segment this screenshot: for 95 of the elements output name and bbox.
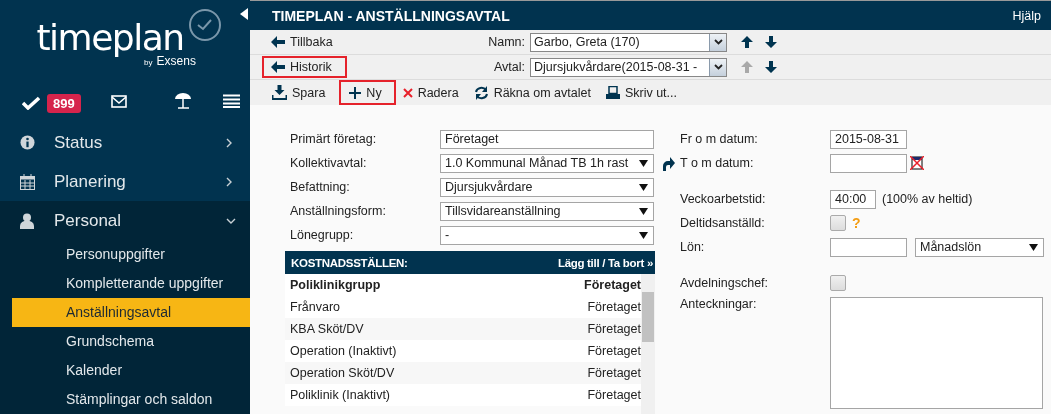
chevron-down-icon	[713, 64, 723, 70]
table-cell: Operation Sköt/DV	[290, 366, 395, 380]
clear-date-icon[interactable]	[910, 156, 924, 170]
arrow-left-icon	[271, 36, 285, 48]
field-label: Anställningsform:	[290, 204, 387, 218]
dropdown-field[interactable]: 1.0 Kommunal Månad TB 1h rast	[440, 153, 654, 173]
close-icon	[402, 87, 413, 98]
mail-icon[interactable]	[110, 95, 127, 109]
table-cell: KBA Sköt/DV	[290, 322, 364, 336]
dropdown-field[interactable]: Månadslön	[915, 237, 1044, 257]
toolbar-button[interactable]: Spara	[267, 80, 334, 105]
selector-label: Namn:	[487, 35, 525, 49]
table-cell: Operation (Inaktivt)	[290, 344, 397, 358]
text-field[interactable]	[830, 237, 907, 257]
arrow-left-icon	[271, 61, 285, 73]
table-cell: Frånvaro	[290, 300, 341, 314]
refresh-icon	[473, 85, 489, 100]
back-link[interactable]: Historik	[262, 56, 347, 78]
task-count-badge: 899	[47, 94, 81, 113]
toolbar-button[interactable]: Räkna om avtalet	[468, 80, 599, 105]
list-icon[interactable]	[222, 94, 240, 109]
submenu-item[interactable]: Kalender	[12, 356, 250, 385]
dropdown-field[interactable]: -	[440, 225, 654, 245]
page-title: TIMEPLAN - ANSTÄLLNINGSAVTAL	[272, 7, 510, 24]
toolbar-button[interactable]: Radera	[397, 80, 467, 105]
table-cell: Poliklinikgrupp	[290, 278, 381, 292]
info-icon	[20, 135, 35, 150]
back-link[interactable]: Tillbaka	[262, 31, 347, 53]
section-title: KOSTNADSSTÄLLEN:	[291, 256, 408, 269]
arrow-down-icon[interactable]	[765, 36, 777, 48]
field-label: T o m datum:	[680, 156, 755, 170]
calendar-icon	[20, 173, 35, 190]
table-cell: Företaget	[587, 366, 641, 380]
nav-item[interactable]: Personal	[0, 201, 250, 240]
toolbar-button[interactable]: Ny	[339, 80, 396, 105]
submenu-item[interactable]: Stämplingar och saldon	[12, 385, 250, 414]
field-label: Primärt företag:	[290, 132, 378, 146]
text-field[interactable]: Företaget	[440, 129, 654, 149]
submenu-item[interactable]: Anställningsavtal	[12, 298, 250, 327]
dropdown-caret-icon	[639, 159, 648, 167]
user-icon	[20, 212, 34, 229]
checkbox[interactable]	[830, 215, 846, 231]
table-cell: Företaget	[587, 322, 641, 336]
dropdown-caret-icon	[639, 183, 648, 191]
submenu-item[interactable]: Personuppgifter	[12, 240, 250, 269]
dropdown-field[interactable]: Djursjukvårdare	[440, 177, 654, 197]
field-label: Befattning:	[290, 180, 351, 194]
add-remove-link[interactable]: Lägg till / Ta bort »	[557, 256, 653, 269]
field-label: Avdelningschef:	[680, 276, 770, 290]
table-cell: Företaget	[587, 344, 641, 358]
selector-label: Avtal:	[492, 60, 525, 74]
collapse-arrow-icon[interactable]	[240, 8, 248, 20]
chevron-down-icon	[713, 39, 723, 45]
hint-text: (100% av heltid)	[882, 192, 973, 206]
checkmark-icon[interactable]	[22, 96, 40, 111]
plus-icon	[349, 86, 362, 99]
logo-text: timeplan	[36, 20, 184, 56]
dropdown-field[interactable]: Tillsvidareanställning	[440, 201, 654, 221]
field-label: Veckoarbetstid:	[680, 192, 767, 206]
nav-item[interactable]: Planering	[0, 162, 250, 201]
logo-byline: by	[144, 58, 153, 67]
dropdown-caret-icon	[1029, 243, 1038, 251]
printer-icon	[605, 86, 620, 99]
help-link[interactable]: Hjälp	[1012, 8, 1041, 23]
dropdown-caret-icon	[639, 231, 648, 239]
field-label: Lönegrupp:	[290, 228, 355, 242]
toolbar-button[interactable]: Skriv ut...	[600, 80, 685, 105]
clock-icon	[188, 8, 222, 42]
checkbox[interactable]	[830, 275, 846, 291]
dropdown-field[interactable]: Garbo, Greta (170)	[530, 32, 727, 52]
submenu-item[interactable]: Kompletterande uppgifter	[12, 269, 250, 298]
arrow-down-icon[interactable]	[765, 61, 777, 73]
text-field[interactable]: 2015-08-31	[830, 129, 907, 149]
dropdown-caret-icon	[639, 207, 648, 215]
submenu-item[interactable]: Grundschema	[12, 327, 250, 356]
date-field[interactable]	[830, 153, 907, 173]
nav-item[interactable]: Status	[0, 123, 250, 162]
dropdown-field[interactable]: Djursjukvårdare(2015-08-31 -	[530, 57, 727, 77]
table-cell: Poliklinik (Inaktivt)	[290, 388, 391, 402]
download-icon	[272, 85, 287, 100]
scrollbar[interactable]	[641, 274, 655, 414]
table-cell: Företaget	[587, 388, 641, 402]
field-label: Fr o m datum:	[680, 132, 759, 146]
notes-field[interactable]	[830, 297, 1043, 409]
field-label: Anteckningar:	[680, 297, 758, 311]
text-field[interactable]: 40:00	[830, 189, 876, 209]
table-cell: Företaget	[584, 278, 641, 292]
arrow-up-icon[interactable]	[741, 36, 753, 48]
field-label: Deltidsanställd:	[680, 216, 766, 230]
brand-name: Exsens	[156, 54, 196, 68]
field-label: Lön:	[680, 240, 706, 254]
table-cell: Företaget	[587, 300, 641, 314]
umbrella-icon[interactable]	[173, 92, 192, 111]
redo-arrow-icon[interactable]	[660, 157, 675, 171]
field-label: Kollektivavtal:	[290, 156, 368, 170]
